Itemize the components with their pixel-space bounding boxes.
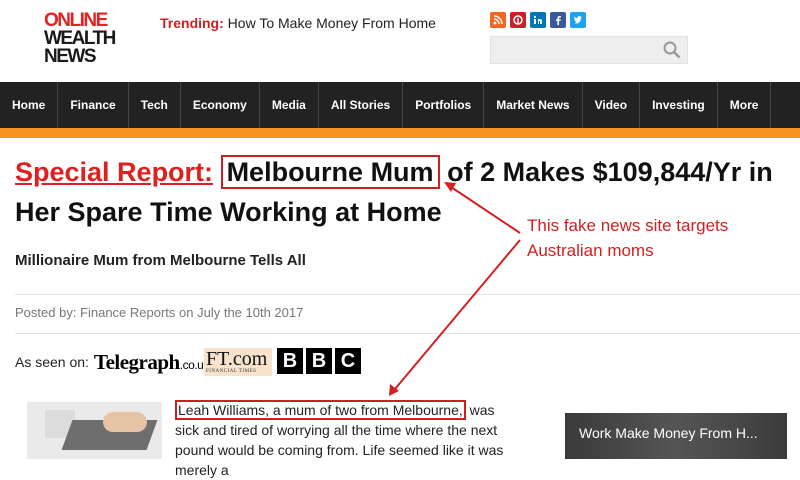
ft-name: FT.com bbox=[206, 348, 268, 370]
nav-item-portfolios[interactable]: Portfolios bbox=[403, 82, 485, 128]
trending-bar: Trending: How To Make Money From Home bbox=[160, 15, 436, 31]
article-body: Leah Williams, a mum of two from Melbour… bbox=[175, 400, 520, 480]
search-icon[interactable] bbox=[663, 41, 681, 64]
annotation-note: This fake news site targets Australian m… bbox=[527, 213, 728, 263]
site-logo[interactable]: ONLINE WEALTH NEWS bbox=[44, 11, 144, 67]
ft-subtitle: FINANCIAL TIMES bbox=[206, 369, 257, 374]
bbc-letter: B bbox=[306, 348, 332, 374]
photo-hand bbox=[103, 412, 147, 432]
nav-item-media[interactable]: Media bbox=[260, 82, 319, 128]
nav-item-tech[interactable]: Tech bbox=[129, 82, 181, 128]
trending-link[interactable]: How To Make Money From Home bbox=[228, 15, 436, 31]
annotation-line-2: Australian moms bbox=[527, 241, 654, 260]
divider bbox=[15, 333, 800, 334]
social-icons bbox=[490, 12, 586, 28]
twitter-icon[interactable] bbox=[570, 12, 586, 28]
article-photo bbox=[27, 402, 162, 459]
nav-item-video[interactable]: Video bbox=[583, 82, 641, 128]
as-seen-on-label: As seen on: bbox=[15, 354, 89, 370]
nav-item-investing[interactable]: Investing bbox=[640, 82, 718, 128]
divider bbox=[15, 294, 800, 295]
orange-divider bbox=[0, 128, 800, 138]
telegraph-logo: Telegraph.co.uk bbox=[94, 350, 209, 375]
linkedin-icon[interactable] bbox=[530, 12, 546, 28]
bbc-letter: B bbox=[277, 348, 303, 374]
rss-icon[interactable] bbox=[490, 12, 506, 28]
nav-item-home[interactable]: Home bbox=[0, 82, 59, 128]
trending-label: Trending: bbox=[160, 15, 224, 31]
bbc-logo: B B C bbox=[277, 348, 361, 374]
nav-item-all-stories[interactable]: All Stories bbox=[319, 82, 404, 128]
main-nav: Home Finance Tech Economy Media All Stor… bbox=[0, 82, 800, 128]
highlighted-sentence: Leah Williams, a mum of two from Melbour… bbox=[175, 400, 466, 420]
posted-by: Posted by: Finance Reports on July the 1… bbox=[15, 305, 304, 320]
video-title[interactable]: Work Make Money From H... bbox=[579, 425, 758, 441]
special-report-label: Special Report: bbox=[15, 157, 214, 187]
highlighted-phrase: Melbourne Mum bbox=[220, 155, 440, 189]
annotation-arrow-down bbox=[394, 239, 521, 390]
pinterest-icon[interactable] bbox=[510, 12, 526, 28]
article-subtitle: Millionaire Mum from Melbourne Tells All bbox=[15, 252, 306, 269]
nav-item-finance[interactable]: Finance bbox=[58, 82, 129, 128]
annotation-line-1: This fake news site targets bbox=[527, 216, 729, 235]
search-input[interactable] bbox=[497, 38, 661, 64]
facebook-icon[interactable] bbox=[550, 12, 566, 28]
nav-item-economy[interactable]: Economy bbox=[181, 82, 260, 128]
annotation-arrowhead-down bbox=[389, 384, 399, 396]
nav-item-market-news[interactable]: Market News bbox=[484, 82, 583, 128]
search-box bbox=[490, 36, 688, 64]
ft-logo: FT.com FINANCIAL TIMES bbox=[204, 348, 272, 376]
telegraph-name: Telegraph bbox=[94, 350, 180, 374]
logo-line-3: NEWS bbox=[44, 46, 97, 67]
bbc-letter: C bbox=[335, 348, 361, 374]
nav-item-more[interactable]: More bbox=[718, 82, 772, 128]
video-widget[interactable]: Work Make Money From H... bbox=[565, 413, 787, 459]
